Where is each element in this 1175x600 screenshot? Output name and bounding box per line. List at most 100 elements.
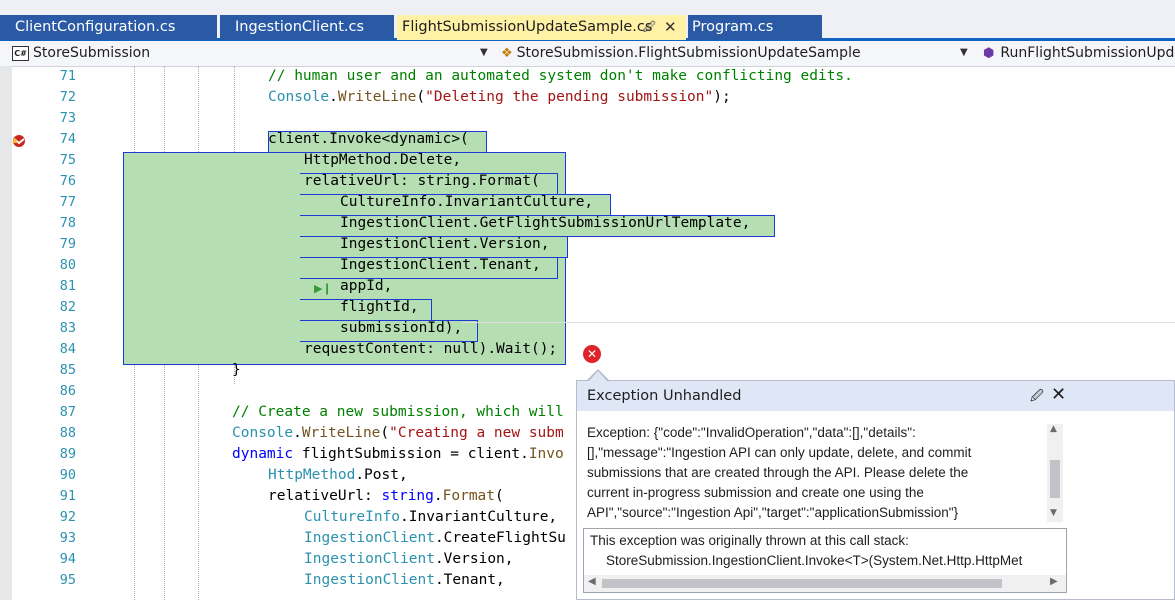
type-name: StoreSubmission.FlightSubmissionUpdateSa…: [516, 45, 861, 61]
tab-clientconfiguration[interactable]: ClientConfiguration.cs: [0, 15, 217, 40]
code-token: "Creating a new subm: [389, 425, 564, 441]
code-line-78[interactable]: IngestionClient.GetFlightSubmissionUrlTe…: [340, 213, 750, 234]
line-number: 73: [59, 110, 76, 126]
code-token: );: [713, 89, 731, 105]
line-number: 80: [59, 257, 76, 273]
code-token: (: [380, 425, 390, 441]
code-line-72[interactable]: Console.WriteLine("Deleting the pending …: [268, 87, 731, 108]
member-dropdown[interactable]: ⬢ RunFlightSubmissionUpda: [983, 43, 1175, 63]
code-line-81[interactable]: appId,: [340, 276, 392, 297]
code-line-93[interactable]: IngestionClient.CreateFlightSu: [304, 528, 566, 549]
close-icon[interactable]: ✕: [664, 15, 677, 40]
tab-program[interactable]: Program.cs: [688, 15, 822, 40]
code-line-91[interactable]: relativeUrl: string.Format(: [268, 486, 504, 507]
scroll-down-arrow-icon[interactable]: ▼: [1050, 508, 1057, 518]
call-stack-horizontal-scrollbar[interactable]: ◀ ▶: [584, 575, 1066, 592]
line-number: 88: [59, 425, 76, 441]
type-dropdown[interactable]: ❖ StoreSubmission.FlightSubmissionUpdateS…: [501, 43, 971, 63]
code-token: .: [433, 488, 443, 504]
tab-label: IngestionClient.cs: [235, 19, 365, 35]
code-token: appId,: [340, 278, 393, 294]
code-line-75[interactable]: HttpMethod.Delete,: [304, 150, 461, 171]
code-token: .InvariantCulture,: [400, 509, 558, 525]
scroll-thumb[interactable]: [602, 579, 1002, 588]
code-token: }: [232, 362, 241, 378]
exception-message: Exception: {"code":"InvalidOperation","d…: [587, 423, 1037, 523]
code-line-94[interactable]: IngestionClient.Version,: [304, 549, 514, 570]
scroll-right-arrow-icon[interactable]: ▶: [1050, 576, 1058, 587]
code-token: .Post,: [355, 467, 408, 483]
close-icon[interactable]: ✕: [1051, 384, 1066, 405]
exception-popup-title: Exception Unhandled: [587, 388, 742, 404]
line-number: 72: [59, 89, 76, 105]
tab-ingestionclient[interactable]: IngestionClient.cs: [220, 15, 394, 40]
code-line-82[interactable]: flightId,: [340, 297, 419, 318]
code-line-85[interactable]: }: [232, 360, 241, 381]
pin-icon[interactable]: 🖉: [643, 15, 656, 40]
code-token: .: [329, 89, 338, 105]
tab-label: ClientConfiguration.cs: [15, 19, 176, 35]
code-line-79[interactable]: IngestionClient.Version,: [340, 234, 550, 255]
code-token: IngestionClient: [304, 530, 435, 546]
code-token: HttpMethod.Delete,: [304, 152, 462, 168]
code-token: relativeUrl: string.Format(: [304, 173, 540, 189]
line-number: 89: [59, 446, 76, 462]
code-line-89[interactable]: dynamic flightSubmission = client.Invo: [232, 444, 564, 465]
code-token: flightId,: [340, 299, 419, 315]
line-number: 93: [59, 530, 76, 546]
chevron-down-icon: ▼: [960, 47, 968, 58]
error-icon[interactable]: ✕: [583, 345, 601, 363]
code-line-87[interactable]: // Create a new submission, which will: [232, 402, 564, 423]
exception-message-line: submissions that are created through the…: [587, 465, 969, 480]
line-number: 74: [59, 131, 76, 147]
exception-popup-header: Exception Unhandled 🖉 ✕: [577, 381, 1174, 411]
code-line-88[interactable]: Console.WriteLine("Creating a new subm: [232, 423, 564, 444]
code-line-74[interactable]: client.Invoke<dynamic>(: [268, 129, 469, 150]
message-vertical-scrollbar[interactable]: ▲ ▼: [1047, 424, 1063, 522]
line-number: 77: [59, 194, 76, 210]
code-line-95[interactable]: IngestionClient.Tenant,: [304, 570, 505, 591]
code-token: IngestionClient.Version,: [340, 236, 550, 252]
pin-icon[interactable]: 🖉: [1030, 387, 1044, 409]
code-token: .CreateFlightSu: [434, 530, 566, 546]
scroll-up-arrow-icon[interactable]: ▲: [1050, 424, 1057, 434]
code-token: relativeUrl:: [268, 488, 382, 504]
line-number: 79: [59, 236, 76, 252]
code-token: IngestionClient: [304, 572, 435, 588]
code-token: CultureInfo: [304, 509, 401, 525]
line-number: 94: [59, 551, 76, 567]
call-stack-frame[interactable]: StoreSubmission.IngestionClient.Invoke<T…: [606, 553, 1022, 568]
code-line-76[interactable]: relativeUrl: string.Format(: [304, 171, 540, 192]
line-number: 83: [59, 320, 76, 336]
code-token: Console: [268, 89, 330, 105]
code-line-83[interactable]: submissionId),: [340, 318, 462, 339]
line-number: 90: [59, 467, 76, 483]
code-line-92[interactable]: CultureInfo.InvariantCulture,: [304, 507, 557, 528]
line-number: 71: [59, 68, 76, 84]
exception-message-line: Exception: {"code":"InvalidOperation","d…: [587, 425, 916, 440]
code-line-84[interactable]: requestContent: null).Wait();: [304, 339, 557, 360]
next-statement-icon[interactable]: ▶❙: [314, 282, 332, 295]
code-comment: // Create a new submission, which will: [232, 404, 564, 420]
exception-message-line: current in-progress submission and creat…: [587, 485, 924, 500]
csharp-project-icon: C#: [12, 45, 29, 61]
popup-pointer-fill: [589, 371, 607, 381]
exception-popup: Exception Unhandled 🖉 ✕ Exception: {"cod…: [576, 380, 1175, 600]
project-dropdown[interactable]: C# StoreSubmission ▼: [12, 43, 490, 63]
code-token: Invo: [528, 446, 564, 462]
code-line-80[interactable]: IngestionClient.Tenant,: [340, 255, 541, 276]
code-comment: // human user and an automated system do…: [268, 68, 853, 84]
scroll-thumb[interactable]: [1050, 460, 1060, 498]
code-token: client.Invoke<dynamic>(: [268, 131, 469, 147]
code-token: WriteLine: [301, 425, 381, 441]
code-token: .: [293, 425, 302, 441]
code-line-77[interactable]: CultureInfo.InvariantCulture,: [340, 192, 593, 213]
line-number: 95: [59, 572, 76, 588]
code-token: .Version,: [434, 551, 514, 567]
code-line-71[interactable]: // human user and an automated system do…: [268, 66, 853, 87]
code-token: string: [381, 488, 434, 504]
chevron-down-icon: ▼: [480, 47, 488, 58]
scroll-left-arrow-icon[interactable]: ◀: [588, 576, 596, 587]
tab-flightsubmissionupdatesample[interactable]: FlightSubmissionUpdateSample.cs 🖉 ✕: [397, 15, 686, 40]
code-line-90[interactable]: HttpMethod.Post,: [268, 465, 408, 486]
